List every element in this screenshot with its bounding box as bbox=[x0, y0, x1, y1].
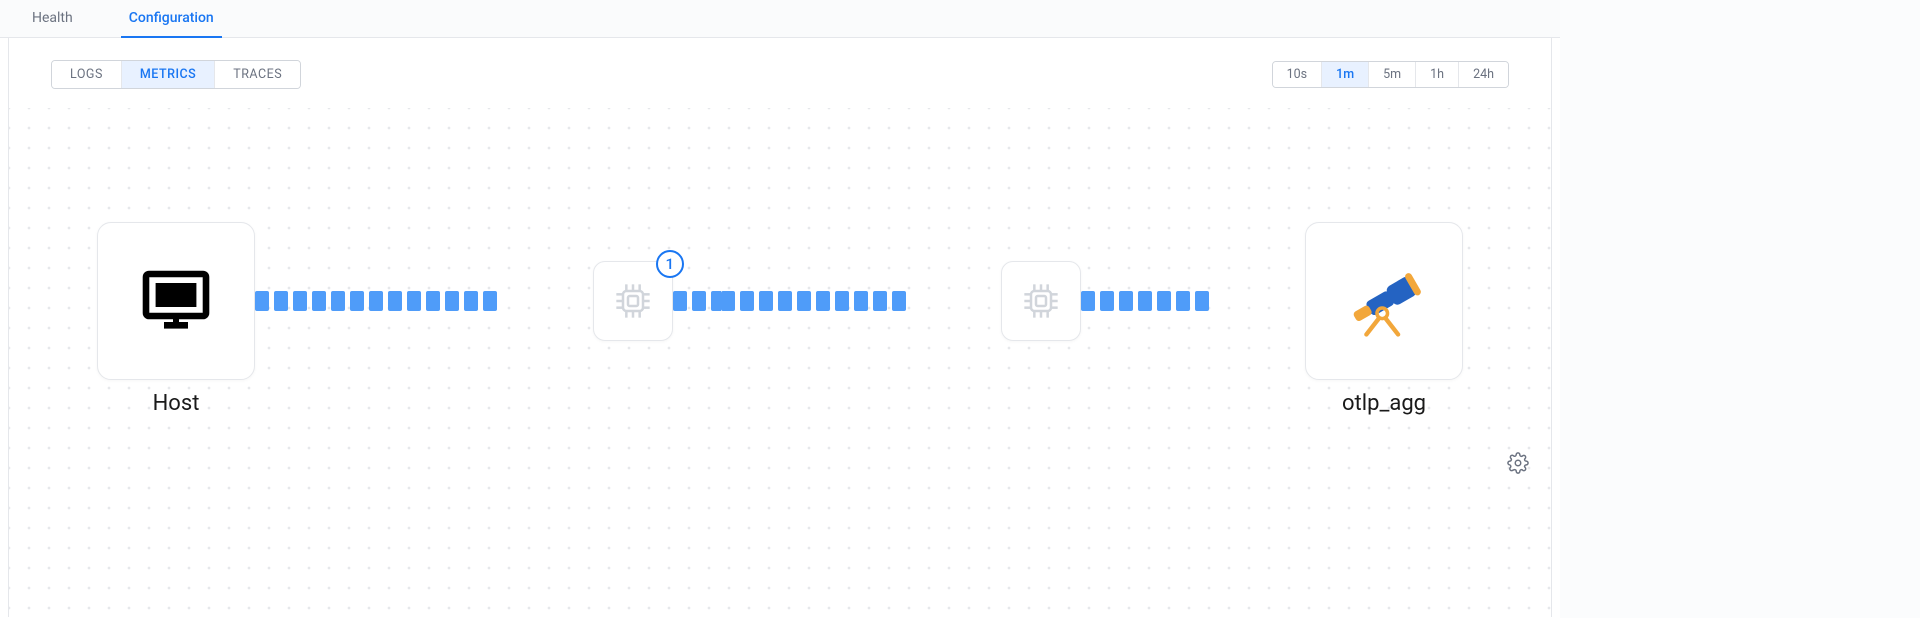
edge-2: 84.6 KiB/m bbox=[673, 291, 721, 311]
time-1h[interactable]: 1h bbox=[1416, 62, 1459, 87]
edge-4: 84.6 KiB/m bbox=[1081, 291, 1305, 311]
settings-button[interactable] bbox=[1507, 452, 1529, 474]
data-type-toggle: LOGS METRICS TRACES bbox=[51, 60, 301, 89]
page-tabs: Health Configuration bbox=[0, 0, 1560, 38]
time-5m[interactable]: 5m bbox=[1369, 62, 1416, 87]
pipeline-canvas: LOGS METRICS TRACES 10s 1m 5m 1h 24h bbox=[8, 38, 1552, 617]
time-1m[interactable]: 1m bbox=[1322, 62, 1369, 87]
edge-3: 84.6 KiB/m bbox=[721, 291, 1002, 311]
sink-node-label: otlp_agg bbox=[1342, 391, 1426, 416]
toggle-logs[interactable]: LOGS bbox=[52, 61, 122, 88]
sink-node[interactable]: otlp_agg bbox=[1305, 222, 1463, 380]
time-range-toggle: 10s 1m 5m 1h 24h bbox=[1272, 61, 1509, 88]
time-10s[interactable]: 10s bbox=[1273, 62, 1323, 87]
source-node-label: Host bbox=[153, 391, 200, 416]
toggle-metrics[interactable]: METRICS bbox=[122, 61, 215, 88]
toggle-traces[interactable]: TRACES bbox=[215, 61, 300, 88]
tab-health[interactable]: Health bbox=[24, 10, 81, 38]
cpu-icon bbox=[613, 281, 653, 321]
source-node[interactable]: Host bbox=[97, 222, 255, 380]
tab-configuration[interactable]: Configuration bbox=[121, 10, 222, 38]
pipeline-flow: Host 92.4 KiB/m 1 84.6 KiB bbox=[97, 222, 1463, 380]
edge-1: 92.4 KiB/m bbox=[255, 291, 593, 311]
monitor-icon bbox=[140, 265, 212, 337]
time-24h[interactable]: 24h bbox=[1459, 62, 1508, 87]
gear-icon bbox=[1507, 452, 1529, 474]
processor-node-2[interactable] bbox=[1001, 261, 1081, 341]
telescope-icon bbox=[1340, 257, 1428, 345]
toolbar-row: LOGS METRICS TRACES 10s 1m 5m 1h 24h bbox=[51, 60, 1509, 89]
cpu-icon bbox=[1021, 281, 1061, 321]
processor-node-1[interactable]: 1 bbox=[593, 261, 673, 341]
processor-badge: 1 bbox=[656, 250, 684, 278]
